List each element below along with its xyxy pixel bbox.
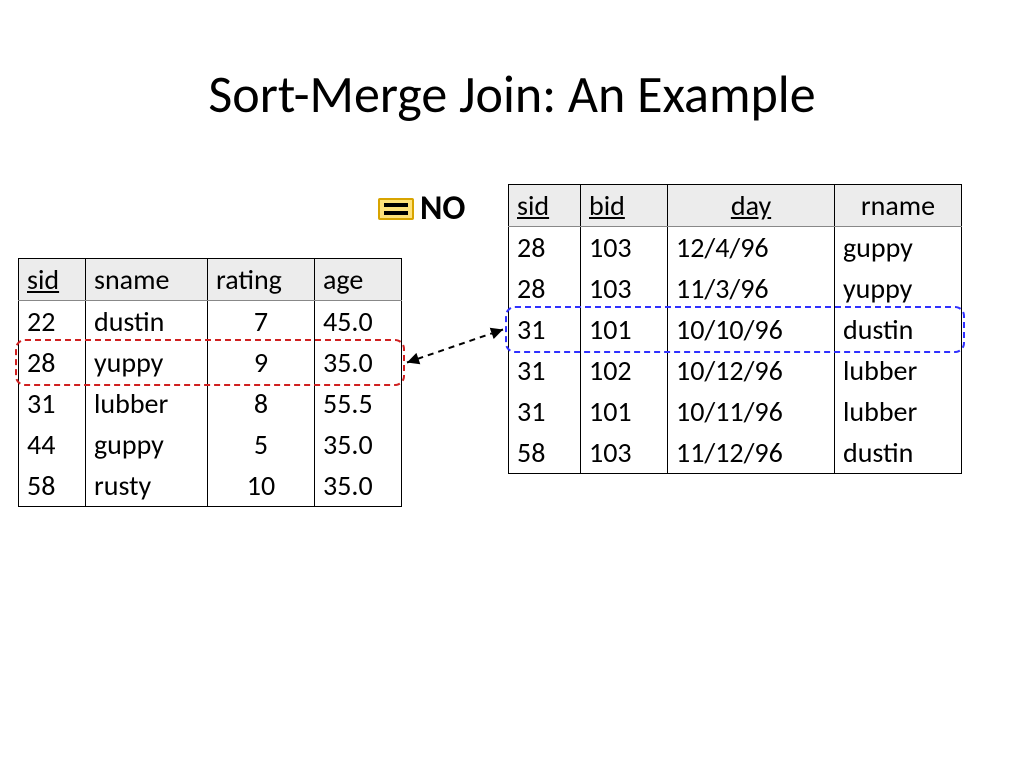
compare-label: NO <box>420 188 465 229</box>
table-row: 5810311/12/96dustin <box>509 432 962 474</box>
col-header: day <box>668 185 835 227</box>
slide-title: Sort-Merge Join: An Example <box>0 62 1024 126</box>
col-header: rname <box>835 185 962 227</box>
equals-icon <box>378 198 414 220</box>
table-row: 3110110/10/96dustin <box>509 309 962 350</box>
compare-result: NO <box>378 188 465 229</box>
slide: Sort-Merge Join: An Example NO sid sname… <box>0 0 1024 768</box>
col-header: sid <box>509 185 581 227</box>
table-row: 2810311/3/96yuppy <box>509 268 962 309</box>
table-row: 2810312/4/96guppy <box>509 227 962 269</box>
col-header: rating <box>208 259 315 301</box>
col-header: bid <box>581 185 668 227</box>
table-row: 28yuppy935.0 <box>19 342 402 383</box>
col-header: sname <box>86 259 208 301</box>
table-row: 31lubber855.5 <box>19 383 402 424</box>
col-header: age <box>315 259 402 301</box>
table-row: 3110210/12/96lubber <box>509 350 962 391</box>
reserves-table: sid bid day rname 2810312/4/96guppy 2810… <box>508 184 962 474</box>
table-row: 3110110/11/96lubber <box>509 391 962 432</box>
table-row: 58rusty1035.0 <box>19 465 402 507</box>
table-row: 22dustin745.0 <box>19 301 402 343</box>
col-header: sid <box>19 259 86 301</box>
sailors-table: sid sname rating age 22dustin745.0 28yup… <box>18 258 402 507</box>
table-row: 44guppy535.0 <box>19 424 402 465</box>
